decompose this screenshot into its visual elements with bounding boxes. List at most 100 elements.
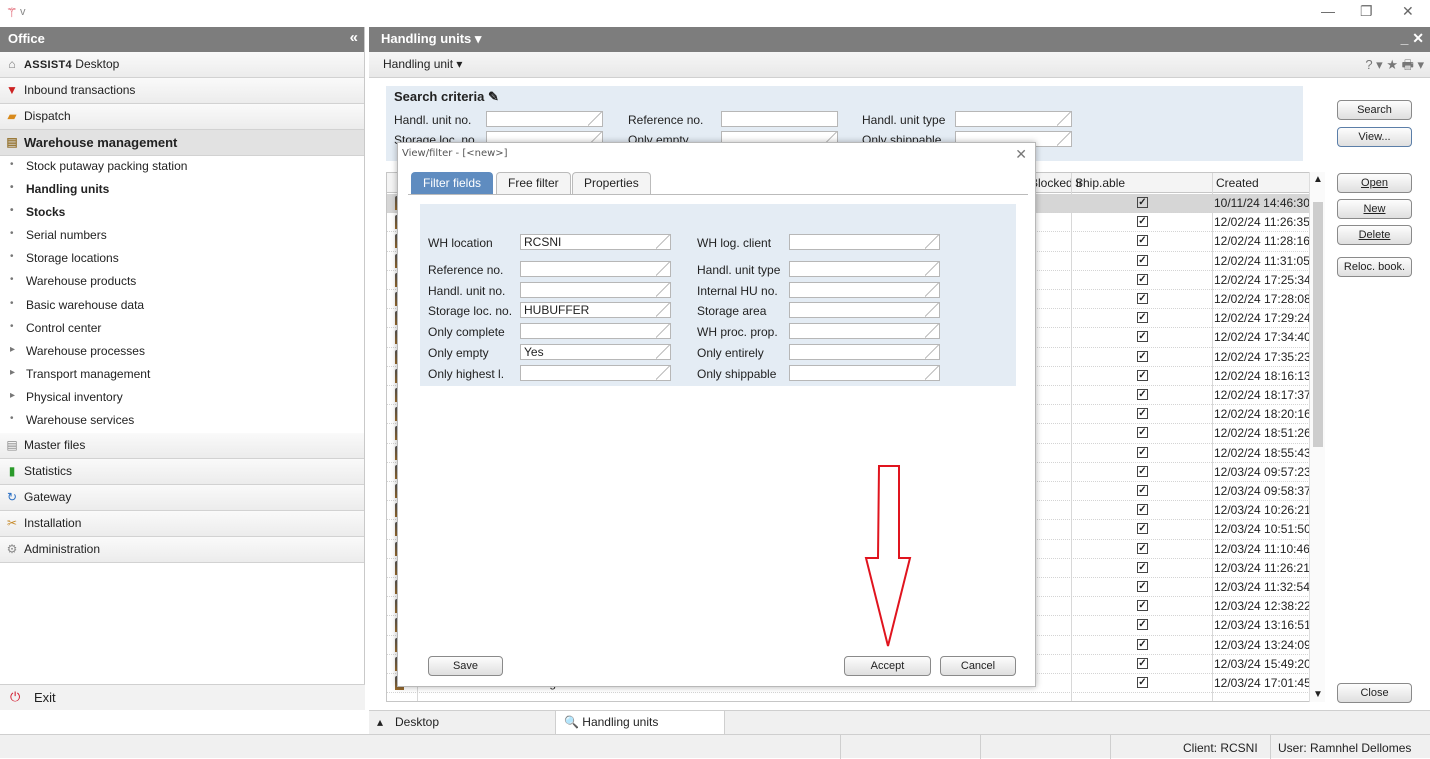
sidebar-item-10[interactable]: ▸ Physical inventory xyxy=(0,387,364,410)
filter-input[interactable] xyxy=(789,323,940,339)
nav-dispatch[interactable]: ▰ Dispatch xyxy=(0,104,364,130)
table-vertical-scrollbar[interactable]: ▲ ▼ xyxy=(1309,172,1325,702)
nav-bottom-item-2[interactable]: ↻ Gateway xyxy=(0,485,364,512)
close-window-button[interactable]: ✕ xyxy=(1402,3,1414,20)
bottom-tab-bar: ▴ Desktop 🔍 Handling units xyxy=(369,710,1430,735)
nav-bottom-item-4[interactable]: ⚙ Administration xyxy=(0,537,364,564)
filter-input[interactable] xyxy=(789,344,940,360)
nav-inbound-transactions[interactable]: ▼ Inbound transactions xyxy=(0,78,364,104)
shipable-checkbox[interactable]: ✓ xyxy=(1137,197,1148,208)
nav-bottom-item-3[interactable]: ✂ Installation xyxy=(0,511,364,538)
shipable-checkbox[interactable]: ✓ xyxy=(1137,485,1148,496)
shipable-checkbox[interactable]: ✓ xyxy=(1137,408,1148,420)
search-hu-type-input[interactable] xyxy=(955,111,1072,127)
new-button[interactable]: New xyxy=(1337,199,1412,219)
shipable-checkbox[interactable]: ✓ xyxy=(1137,254,1148,266)
column-created[interactable]: Created xyxy=(1216,176,1259,190)
shipable-checkbox[interactable]: ✓ xyxy=(1137,350,1148,362)
main-title[interactable]: Handling units ▾ xyxy=(381,31,481,46)
sidebar-item-1[interactable]: • Handling units xyxy=(0,179,364,202)
shipable-checkbox[interactable]: ✓ xyxy=(1137,523,1148,535)
restore-button[interactable]: ❐ xyxy=(1360,3,1373,20)
shipable-checkbox[interactable]: ✓ xyxy=(1137,504,1148,516)
nav-warehouse-management[interactable]: ▤ Warehouse management xyxy=(0,130,364,156)
sidebar-item-6[interactable]: • Basic warehouse data xyxy=(0,295,364,318)
minimize-button[interactable]: — xyxy=(1321,3,1335,19)
filter-input[interactable]: HUBUFFER xyxy=(520,302,671,318)
filter-input[interactable]: RCSNI xyxy=(520,234,671,250)
tab-filter-fields[interactable]: Filter fields xyxy=(411,172,494,194)
filter-input[interactable]: Yes xyxy=(520,344,671,360)
sidebar-item-2[interactable]: • Stocks xyxy=(0,202,364,225)
shipable-checkbox[interactable]: ✓ xyxy=(1137,389,1148,400)
search-button[interactable]: Search xyxy=(1337,100,1412,120)
filter-input[interactable] xyxy=(789,261,940,277)
filter-input[interactable] xyxy=(789,365,940,381)
close-button[interactable]: Close xyxy=(1337,683,1412,703)
filter-input[interactable] xyxy=(789,302,940,318)
reloc-book-button[interactable]: Reloc. book. xyxy=(1337,257,1412,277)
tab-handling-units[interactable]: 🔍 Handling units xyxy=(555,711,725,735)
shipable-checkbox[interactable]: ✓ xyxy=(1137,600,1148,612)
search-reference-input[interactable] xyxy=(721,111,838,127)
shipable-checkbox[interactable]: ✓ xyxy=(1137,293,1148,304)
filter-input[interactable] xyxy=(789,234,940,250)
open-button[interactable]: Open xyxy=(1337,173,1412,193)
sidebar-item-label: Stocks xyxy=(26,205,66,220)
shipable-checkbox[interactable]: ✓ xyxy=(1137,677,1148,688)
shipable-checkbox[interactable]: ✓ xyxy=(1137,638,1148,650)
shipable-checkbox[interactable]: ✓ xyxy=(1137,331,1148,343)
handling-unit-menu[interactable]: Handling unit ▾ xyxy=(383,57,462,71)
column-shipable[interactable]: Ship.able xyxy=(1075,176,1125,190)
app-menu-chevron[interactable]: v xyxy=(20,6,26,18)
shipable-checkbox[interactable]: ✓ xyxy=(1137,561,1148,573)
tab-properties[interactable]: Properties xyxy=(572,172,651,194)
shipable-checkbox[interactable]: ✓ xyxy=(1137,273,1148,285)
scrollbar-thumb[interactable] xyxy=(1313,202,1323,447)
shipable-checkbox[interactable]: ✓ xyxy=(1137,312,1148,324)
main-window-controls[interactable]: _ ✕ xyxy=(1401,30,1424,47)
sidebar-item-0[interactable]: • Stock putaway packing station xyxy=(0,156,364,179)
sidebar-item-11[interactable]: • Warehouse services xyxy=(0,410,364,433)
scroll-up-icon[interactable]: ▲ xyxy=(1313,174,1323,185)
scroll-down-icon[interactable]: ▼ xyxy=(1313,689,1323,700)
nav-bottom-item-0[interactable]: ▤ Master files xyxy=(0,433,364,460)
filter-input[interactable] xyxy=(520,365,671,381)
nav-desktop[interactable]: ⌂ ASSIST4 Desktop xyxy=(0,52,364,78)
sidebar-item-5[interactable]: • Warehouse products xyxy=(0,271,364,294)
accept-button[interactable]: Accept xyxy=(844,656,931,676)
sidebar-item-3[interactable]: • Serial numbers xyxy=(0,225,364,248)
shipable-checkbox[interactable]: ✓ xyxy=(1137,542,1148,554)
delete-button[interactable]: Delete xyxy=(1337,225,1412,245)
shipable-checkbox[interactable]: ✓ xyxy=(1137,216,1148,228)
filter-input[interactable] xyxy=(520,261,671,277)
nav-bottom-item-1[interactable]: ▮ Statistics xyxy=(0,459,364,486)
exit-button[interactable]: ⏻ Exit xyxy=(0,684,365,710)
filter-input[interactable] xyxy=(520,282,671,298)
shipable-checkbox[interactable]: ✓ xyxy=(1137,369,1148,381)
view-button[interactable]: View... xyxy=(1337,127,1412,147)
cancel-button[interactable]: Cancel xyxy=(940,656,1016,676)
sidebar-item-8[interactable]: ▸ Warehouse processes xyxy=(0,341,364,364)
shipable-checkbox[interactable]: ✓ xyxy=(1137,465,1148,477)
shipable-checkbox[interactable]: ✓ xyxy=(1137,427,1148,439)
tab-desktop[interactable]: Desktop xyxy=(387,711,447,735)
shipable-checkbox[interactable]: ✓ xyxy=(1137,619,1148,631)
sidebar-item-9[interactable]: ▸ Transport management xyxy=(0,364,364,387)
search-hu-no-input[interactable] xyxy=(486,111,603,127)
sidebar-item-7[interactable]: • Control center xyxy=(0,318,364,341)
toolbar-icons[interactable]: ? ▾ ★ 🖶 ▾ xyxy=(1365,56,1424,78)
filter-input[interactable] xyxy=(789,282,940,298)
bullet-icon: • xyxy=(10,297,14,309)
edit-pencil-icon[interactable]: ✎ xyxy=(488,89,499,104)
sidebar-item-4[interactable]: • Storage locations xyxy=(0,248,364,271)
collapse-panel-icon[interactable]: « xyxy=(350,29,358,46)
save-button[interactable]: Save xyxy=(428,656,503,676)
shipable-checkbox[interactable]: ✓ xyxy=(1137,581,1148,592)
shipable-checkbox[interactable]: ✓ xyxy=(1137,446,1148,458)
dialog-close-icon[interactable]: ✕ xyxy=(1015,146,1027,163)
filter-input[interactable] xyxy=(520,323,671,339)
shipable-checkbox[interactable]: ✓ xyxy=(1137,235,1148,247)
tab-free-filter[interactable]: Free filter xyxy=(496,172,571,194)
shipable-checkbox[interactable]: ✓ xyxy=(1137,657,1148,669)
